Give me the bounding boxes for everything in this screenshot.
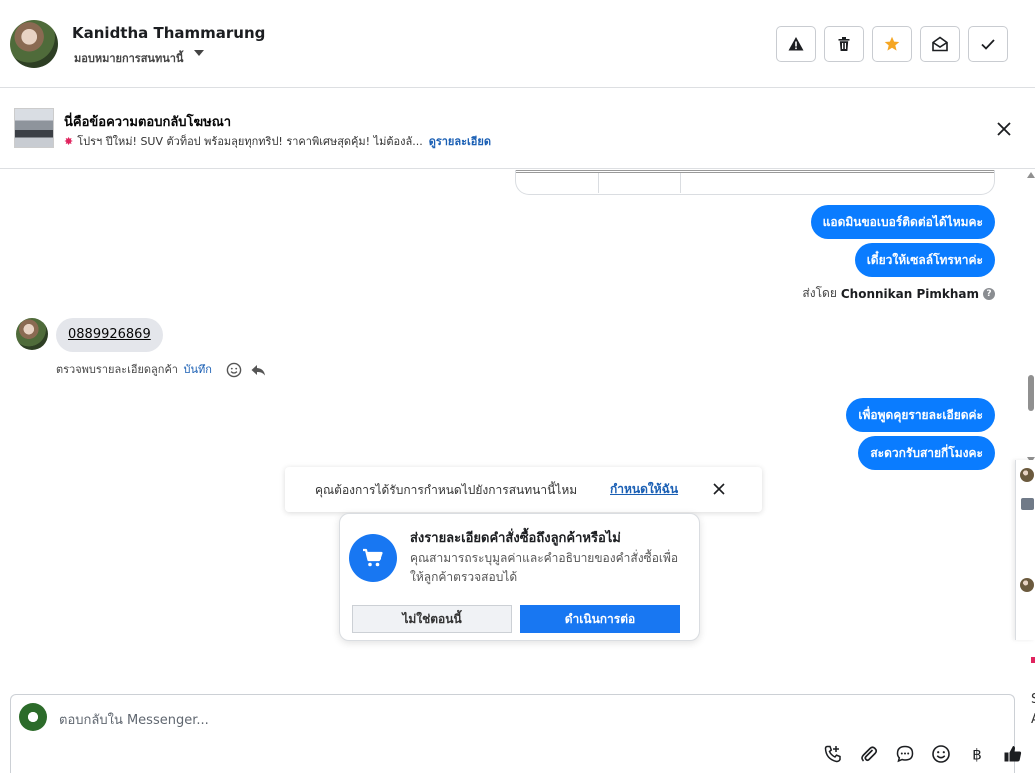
- ad-details-link[interactable]: ดูรายละเอียด: [429, 135, 491, 148]
- continue-button[interactable]: ดำเนินการต่อ: [520, 605, 680, 633]
- check-icon: [981, 39, 995, 50]
- side-letter: A: [1031, 710, 1035, 730]
- mark-unread-button[interactable]: [920, 26, 960, 62]
- page-avatar: [19, 703, 47, 731]
- emoji-icon[interactable]: [226, 362, 242, 378]
- side-letter: S: [1031, 690, 1035, 710]
- saved-reply-icon[interactable]: [887, 743, 923, 765]
- ad-title: นี่คือข้อความตอบกลับโฆษณา: [64, 115, 232, 130]
- svg-text:฿: ฿: [972, 746, 982, 764]
- conversation-header: Kanidtha Thammarung มอบหมายการสนทนานี้: [0, 0, 1035, 88]
- assign-notice-text: คุณต้องการได้รับการกำหนดไปยังการสนทนานี้…: [315, 483, 578, 497]
- message-bubble-outgoing[interactable]: เดี๋ยวให้เซลล์โทรหาค่ะ: [854, 243, 995, 277]
- order-prompt-description: คุณสามารถระบุมูลค่าและคำอธิบายของคำสั่งซ…: [410, 551, 679, 584]
- attachment-icon[interactable]: [851, 743, 887, 765]
- side-panel: [1015, 460, 1035, 640]
- close-icon[interactable]: [711, 481, 727, 497]
- message-bubble-outgoing[interactable]: เพื่อพูดคุยรายละเอียดค่ะ: [846, 398, 995, 432]
- scrollbar-thumb[interactable]: [1028, 375, 1034, 411]
- side-panel-text: S A: [1031, 690, 1035, 730]
- message-bubble-outgoing[interactable]: สะดวกรับสายกี่โมงคะ: [858, 436, 995, 470]
- conversation-view: Kanidtha Thammarung มอบหมายการสนทนานี้ น…: [0, 0, 1035, 773]
- message-bubble-outgoing[interactable]: แอดมินขอเบอร์ติดต่อได้ไหมคะ: [810, 205, 995, 239]
- avatar[interactable]: [1020, 578, 1034, 592]
- star-icon: [884, 36, 900, 51]
- ad-thumbnail[interactable]: [1021, 498, 1034, 510]
- avatar[interactable]: [1020, 468, 1034, 482]
- detected-text: ตรวจพบรายละเอียดลูกค้า: [56, 363, 178, 376]
- message-thread: แอดมินขอเบอร์ติดต่อได้ไหมคะ เดี๋ยวให้เซล…: [0, 170, 1015, 690]
- contact-name[interactable]: Kanidtha Thammarung: [72, 24, 265, 42]
- message-bubble-incoming[interactable]: 0889926869: [56, 318, 163, 352]
- sent-by-label: ส่งโดย Chonnikan Pimkham ?: [802, 284, 995, 303]
- reply-input[interactable]: ตอบกลับใน Messenger...: [59, 709, 209, 730]
- order-prompt-title: ส่งรายละเอียดคำสั่งซื้อถึงลูกค้าหรือไม่: [410, 531, 621, 546]
- ad-description-text: โปรฯ ปีใหม่! SUV ตัวท็อป พร้อมลุยทุกทริป…: [77, 135, 423, 148]
- sparkle-icon: ✸: [64, 135, 74, 148]
- order-details-prompt: ส่งรายละเอียดคำสั่งซื้อถึงลูกค้าหรือไม่ …: [339, 513, 700, 641]
- help-icon[interactable]: ?: [983, 287, 995, 300]
- save-details-link[interactable]: บันทึก: [183, 363, 211, 376]
- assign-dropdown-label[interactable]: มอบหมายการสนทนานี้: [74, 49, 183, 67]
- reply-icon[interactable]: [250, 362, 266, 378]
- envelope-open-icon: [932, 36, 948, 52]
- not-now-button[interactable]: ไม่ใช่ตอนนี้: [352, 605, 512, 633]
- reply-composer: ตอบกลับใน Messenger... ฿: [10, 694, 1022, 773]
- sent-by-prefix: ส่งโดย: [802, 286, 837, 300]
- scrollbar[interactable]: [1024, 170, 1035, 470]
- avatar[interactable]: [16, 318, 48, 350]
- emoji-icon[interactable]: [923, 743, 959, 765]
- ad-reply-banner: นี่คือข้อความตอบกลับโฆษณา ✸ โปรฯ ปีใหม่! …: [0, 89, 1035, 169]
- assign-to-me-link[interactable]: กำหนดให้ฉัน: [610, 480, 678, 499]
- sent-by-name: Chonnikan Pimkham: [840, 286, 979, 301]
- trash-icon: [838, 37, 850, 51]
- chevron-down-icon[interactable]: [194, 50, 204, 56]
- delete-button[interactable]: [824, 26, 864, 62]
- ad-description: ✸ โปรฯ ปีใหม่! SUV ตัวท็อป พร้อมลุยทุกทริ…: [64, 132, 491, 150]
- report-button[interactable]: [776, 26, 816, 62]
- baht-icon[interactable]: ฿: [959, 743, 995, 765]
- mark-done-button[interactable]: [968, 26, 1008, 62]
- star-button[interactable]: [872, 26, 912, 62]
- ad-thumbnail[interactable]: [14, 108, 54, 148]
- previous-message-card: [515, 170, 995, 195]
- cart-icon: [349, 534, 397, 582]
- close-icon[interactable]: [994, 119, 1014, 139]
- detected-details-label: ตรวจพบรายละเอียดลูกค้า บันทึก: [56, 360, 212, 378]
- avatar[interactable]: [10, 20, 58, 68]
- scroll-up-arrow[interactable]: [1027, 172, 1035, 178]
- status-badge: [1031, 657, 1035, 663]
- warning-icon: [788, 37, 804, 51]
- like-icon[interactable]: [995, 743, 1031, 765]
- assign-to-me-notice: คุณต้องการได้รับการกำหนดไปยังการสนทนานี้…: [285, 467, 762, 512]
- composer-toolbar: ฿: [815, 743, 1031, 765]
- call-icon[interactable]: [815, 743, 851, 765]
